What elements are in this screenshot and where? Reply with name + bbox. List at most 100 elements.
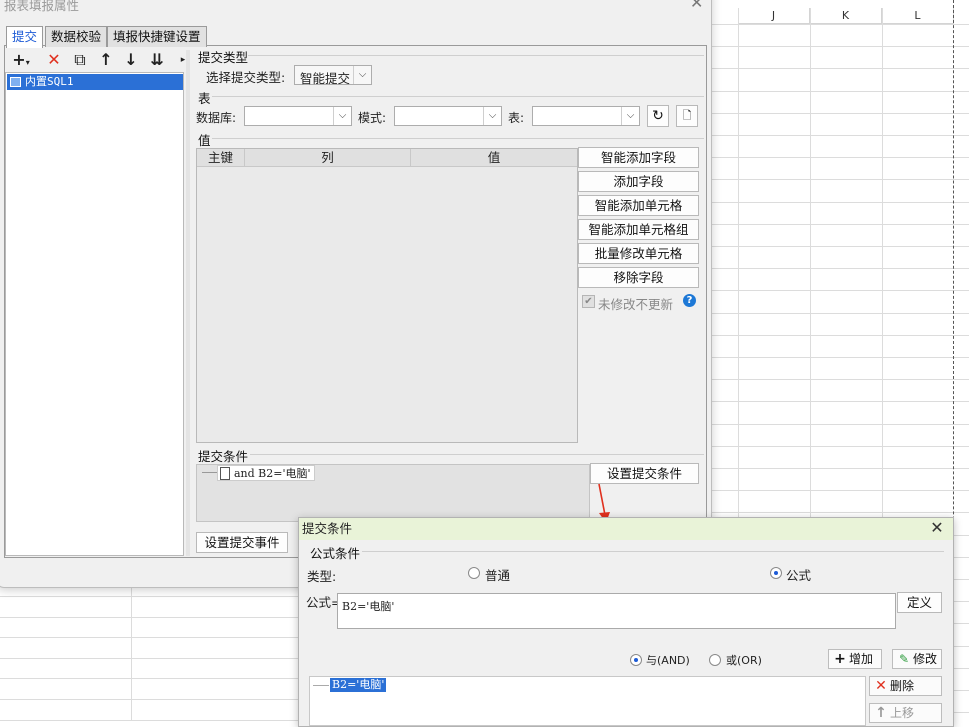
condition-node[interactable]: and B2='电脑' — [217, 465, 315, 481]
smart-add-cell-button[interactable]: 智能添加单元格 — [578, 195, 699, 216]
modify-button[interactable]: ✎ 修改 — [892, 649, 942, 669]
column-header-k[interactable]: K — [810, 8, 882, 24]
sheet-row-line — [712, 357, 969, 358]
sheet-row-line — [712, 202, 969, 203]
column-header-key[interactable]: 主键 — [197, 149, 245, 167]
column-header-column[interactable]: 列 — [245, 149, 411, 167]
tab-shortcut-settings[interactable]: 填报快捷键设置 — [107, 26, 207, 47]
submit-condition-section: 提交条件 — [198, 449, 249, 464]
chevron-down-icon: ⌵ — [483, 107, 501, 125]
batch-modify-cells-button[interactable]: 批量修改单元格 — [578, 243, 699, 264]
sheet-row-line — [0, 720, 300, 721]
delete-icon: ✕ — [875, 678, 887, 694]
arrow-up-icon: ↑ — [875, 705, 887, 721]
tree-connector — [313, 685, 329, 686]
preview-icon[interactable]: 🗋 — [676, 105, 698, 127]
add-field-button[interactable]: 添加字段 — [578, 171, 699, 192]
unmodified-label: 未修改不更新 — [598, 297, 674, 312]
column-header-value[interactable]: 值 — [411, 149, 577, 167]
table-section: 表 — [198, 91, 211, 106]
define-button[interactable]: 定义 — [897, 592, 942, 613]
column-header-l[interactable]: L — [882, 8, 954, 24]
submit-type-section: 提交类型 — [198, 50, 249, 65]
refresh-icon[interactable]: ↻ — [647, 105, 669, 127]
tab-data-validation[interactable]: 数据校验 — [45, 26, 108, 47]
copy-icon[interactable]: ⧉ — [69, 50, 91, 70]
delete-button[interactable]: ✕ 删除 — [869, 676, 942, 696]
sheet-row-line — [712, 157, 969, 158]
radio-normal-label: 普通 — [485, 568, 511, 583]
sheet-row-line — [712, 379, 969, 380]
condition-list-item[interactable]: B2='电脑' — [330, 678, 387, 692]
sheet-row-line — [712, 424, 969, 425]
radio-and[interactable] — [630, 654, 642, 666]
sheet-row-line — [712, 24, 969, 25]
tree-connector — [202, 472, 217, 473]
formula-field[interactable]: B2='电脑' — [337, 593, 896, 629]
close-icon[interactable]: ✕ — [928, 519, 946, 537]
radio-formula-label: 公式 — [786, 568, 812, 583]
sheet-row-line — [712, 179, 969, 180]
chevron-down-icon: ⌵ — [353, 66, 371, 84]
dialog-title: 报表填报属性 — [4, 0, 80, 13]
sheet-row-line — [712, 268, 969, 269]
smart-add-field-button[interactable]: 智能添加字段 — [578, 147, 699, 168]
section-divider — [362, 551, 944, 552]
delete-icon[interactable]: ✕ — [43, 50, 65, 70]
chevron-down-icon: ⌵ — [621, 107, 639, 125]
tree-item-label: 内置SQL1 — [25, 75, 74, 88]
section-divider — [250, 454, 704, 455]
sheet-row-line — [712, 512, 969, 513]
sheet-row-line — [712, 246, 969, 247]
add-icon[interactable]: +▾ — [10, 50, 32, 70]
sheet-column-line — [131, 588, 132, 720]
unmodified-checkbox[interactable]: ✔ — [582, 295, 595, 308]
smart-add-cell-group-button[interactable]: 智能添加单元格组 — [578, 219, 699, 240]
set-submit-condition-button[interactable]: 设置提交条件 — [590, 463, 699, 484]
field-mapping-grid[interactable] — [196, 148, 578, 443]
sheet-row-line — [712, 335, 969, 336]
sort-icon[interactable]: ⇊ — [146, 50, 168, 70]
sheet-row-line — [0, 617, 300, 618]
move-down-icon[interactable]: ↓ — [120, 50, 142, 70]
condition-node-label: and B2='电脑' — [234, 467, 311, 480]
set-submit-event-button[interactable]: 设置提交事件 — [196, 532, 288, 553]
sheet-row-line — [712, 91, 969, 92]
submit-type-value: 智能提交 — [300, 71, 351, 86]
panel-splitter[interactable] — [186, 50, 190, 556]
sheet-row-line — [0, 596, 300, 597]
table-select[interactable]: ⌵ — [532, 106, 640, 126]
condition-dialog-title: 提交条件 — [299, 518, 953, 540]
radio-formula[interactable] — [770, 567, 782, 579]
sheet-row-line — [0, 658, 300, 659]
remove-field-button[interactable]: 移除字段 — [578, 267, 699, 288]
tab-submit[interactable]: 提交 — [6, 26, 44, 48]
tree-item-sql1[interactable]: 内置SQL1 — [7, 74, 183, 90]
sheet-row-line — [712, 224, 969, 225]
value-section: 值 — [198, 133, 211, 148]
plus-icon: + — [834, 651, 846, 667]
sheet-row-line — [0, 699, 300, 700]
sheet-row-line — [0, 678, 300, 679]
close-icon[interactable]: ✕ — [690, 0, 703, 11]
move-up-button[interactable]: ↑ 上移 — [869, 703, 942, 723]
radio-and-label: 与(AND) — [646, 654, 690, 667]
edit-icon: ✎ — [898, 652, 910, 666]
move-up-icon[interactable]: ↑ — [95, 50, 117, 70]
section-divider — [248, 55, 704, 56]
sql-tree-panel — [5, 72, 184, 556]
sheet-row-line — [712, 46, 969, 47]
sheet-row-line — [0, 637, 300, 638]
schema-select[interactable]: ⌵ — [394, 106, 502, 126]
help-icon[interactable]: ? — [683, 294, 696, 307]
sheet-row-line — [712, 401, 969, 402]
table-label: 表: — [508, 111, 525, 125]
add-button[interactable]: + 增加 — [828, 649, 882, 669]
database-select[interactable]: ⌵ — [244, 106, 352, 126]
submit-type-select[interactable]: 智能提交 ⌵ — [294, 65, 372, 86]
radio-normal[interactable] — [468, 567, 480, 579]
radio-or[interactable] — [709, 654, 721, 666]
condition-list[interactable] — [309, 676, 866, 726]
column-header-j[interactable]: J — [738, 8, 810, 24]
sql-icon — [10, 77, 21, 87]
